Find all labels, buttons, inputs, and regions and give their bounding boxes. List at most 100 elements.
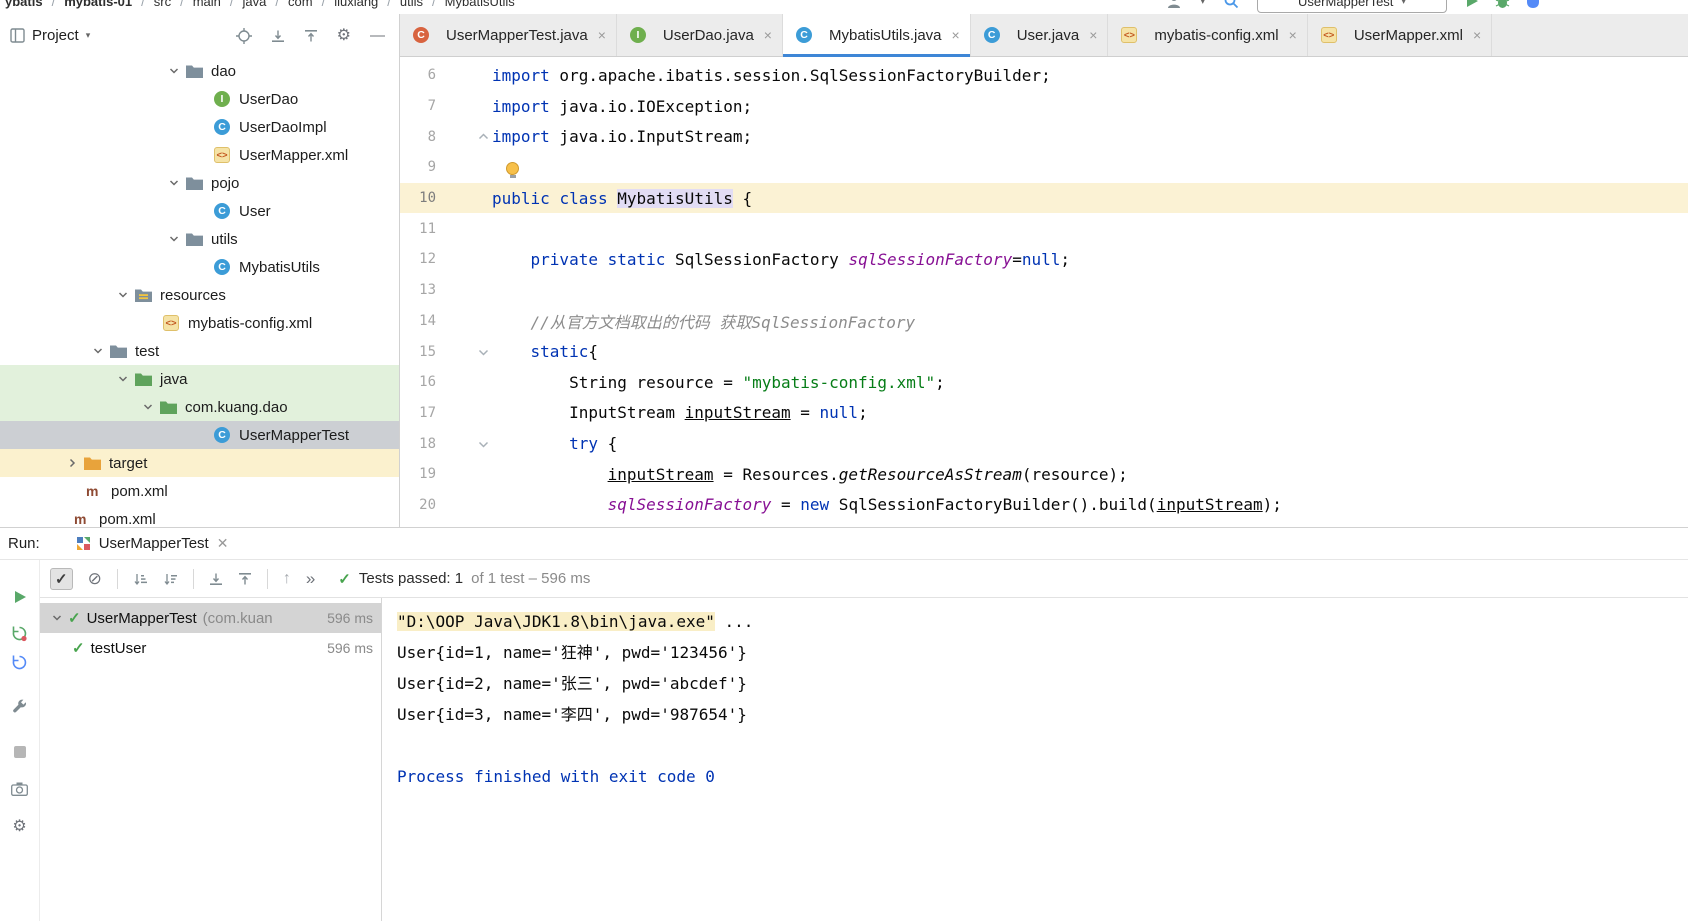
tree-item-userdao[interactable]: I UserDao: [0, 85, 399, 113]
intention-bulb-icon[interactable]: [506, 161, 519, 178]
tree-item-userdaoimpl[interactable]: C UserDaoImpl: [0, 113, 399, 141]
rerun-icon[interactable]: [11, 588, 29, 606]
close-icon[interactable]: ×: [764, 27, 772, 43]
tree-item-resources[interactable]: resources: [0, 281, 399, 309]
test-name: testUser: [90, 639, 147, 657]
chevron-down-icon[interactable]: [162, 65, 186, 77]
show-passed-icon[interactable]: ✓: [50, 567, 73, 590]
hide-icon[interactable]: —: [370, 28, 385, 43]
fold-up-icon[interactable]: [436, 132, 492, 142]
run-tab[interactable]: UserMapperTest ✕: [70, 528, 235, 560]
code-area[interactable]: 6 import org.apache.ibatis.session.SqlSes…: [400, 57, 1688, 527]
breadcrumb-item-java[interactable]: java: [243, 0, 267, 9]
close-icon[interactable]: ×: [1289, 27, 1297, 43]
expand-all-icon[interactable]: [209, 572, 223, 586]
locate-icon[interactable]: [235, 27, 252, 44]
toolbar-separator: [116, 568, 118, 589]
tab-user-java[interactable]: C User.java ×: [970, 14, 1109, 56]
stop-icon[interactable]: [11, 743, 29, 761]
tree-item-mybatisutils[interactable]: C MybatisUtils: [0, 253, 399, 281]
chevron-right-icon[interactable]: [60, 457, 84, 469]
chevron-down-icon[interactable]: ▾: [86, 30, 91, 41]
close-icon[interactable]: ×: [1089, 27, 1097, 43]
run-icon[interactable]: [1465, 0, 1479, 8]
ide-window: ybatis / mybatis-01 / src / main / java / com / liux…: [0, 0, 1688, 921]
user-icon[interactable]: [1166, 0, 1182, 8]
search-icon[interactable]: [1223, 0, 1239, 9]
folder-icon: [186, 63, 204, 79]
snapshot-icon[interactable]: [11, 780, 29, 798]
collapse-all-icon[interactable]: [304, 29, 318, 43]
test-item-testuser[interactable]: ✓ testUser 596 ms: [40, 633, 381, 663]
tab-usermappertest-java[interactable]: C UserMapperTest.java ×: [400, 14, 617, 56]
xml-icon: <>: [1121, 27, 1139, 43]
excluded-folder-icon: [84, 455, 102, 471]
test-item-usermappertest[interactable]: ✓ UserMapperTest (com.kuan 596 ms: [40, 603, 381, 633]
chevron-down-icon[interactable]: [162, 177, 186, 189]
tree-item-com-kuang-dao[interactable]: com.kuang.dao: [0, 393, 399, 421]
test-folder-icon: [135, 371, 153, 387]
tree-item-pojo[interactable]: pojo: [0, 169, 399, 197]
more-icon[interactable]: »: [306, 570, 315, 587]
tree-item-pom-xml[interactable]: m pom.xml: [0, 505, 399, 528]
chevron-down-icon[interactable]: [111, 373, 135, 385]
chevron-down-icon[interactable]: [86, 345, 110, 357]
tab-mybatisutils-java[interactable]: C MybatisUtils.java ×: [782, 14, 971, 57]
close-icon[interactable]: ×: [952, 27, 960, 43]
code-text: private static SqlSessionFactory sqlSess…: [530, 249, 1071, 269]
console-output[interactable]: "D:\OOP Java\JDK1.8\bin\java.exe" ... Use…: [381, 598, 1688, 921]
sort-duration-icon[interactable]: [163, 572, 178, 586]
console-line: Process finished with exit code 0: [397, 767, 715, 786]
breadcrumb-item-com[interactable]: com: [288, 0, 313, 9]
settings-icon[interactable]: ⚙: [337, 27, 351, 44]
breadcrumb-item-mybatisutils[interactable]: MybatisUtils: [445, 0, 515, 9]
run-config-icon: [76, 536, 91, 551]
tree-item-user[interactable]: C User: [0, 197, 399, 225]
rerun-failed-icon[interactable]: [11, 624, 29, 642]
settings-wrench-icon[interactable]: [11, 697, 29, 715]
expand-all-icon[interactable]: [271, 29, 285, 43]
tree-item-usermappertest[interactable]: C UserMapperTest: [0, 421, 399, 449]
navigate-up-icon[interactable]: ↑: [283, 570, 291, 587]
fold-down-icon[interactable]: [436, 439, 492, 449]
tree-item-utils[interactable]: utils: [0, 225, 399, 253]
close-icon[interactable]: ×: [598, 27, 606, 43]
run-configuration-select[interactable]: UserMapperTest ▾: [1257, 0, 1447, 13]
chevron-down-icon[interactable]: [136, 401, 160, 413]
fold-down-icon[interactable]: [436, 347, 492, 357]
breadcrumb-item-main[interactable]: main: [193, 0, 221, 9]
tree-item-java[interactable]: java: [0, 365, 399, 393]
tree-item-target[interactable]: target: [0, 449, 399, 477]
close-icon[interactable]: ✕: [217, 535, 229, 552]
code-line: 20 sqlSessionFactory = new SqlSessionFac…: [400, 490, 1688, 521]
gear-icon[interactable]: ⚙: [11, 818, 29, 836]
console-fold[interactable]: ...: [715, 612, 754, 631]
console-command: "D:\OOP Java\JDK1.8\bin\java.exe": [397, 612, 715, 631]
debug-icon[interactable]: [1495, 0, 1510, 9]
breadcrumb-item-liuxiang[interactable]: liuxiang: [334, 0, 378, 9]
close-icon[interactable]: ×: [1473, 27, 1481, 43]
chevron-down-icon[interactable]: [162, 233, 186, 245]
breadcrumb-item-src[interactable]: src: [154, 0, 171, 9]
line-number: 17: [419, 404, 436, 421]
coverage-icon[interactable]: [1526, 0, 1540, 9]
chevron-down-icon[interactable]: [48, 612, 66, 624]
tree-item-usermapper-xml[interactable]: <> UserMapper.xml: [0, 141, 399, 169]
tab-userdao-java[interactable]: I UserDao.java ×: [616, 14, 783, 56]
collapse-all-icon[interactable]: [238, 572, 252, 586]
breadcrumb-item-utils[interactable]: utils: [400, 0, 423, 9]
sort-alpha-icon[interactable]: [133, 572, 148, 586]
auto-test-icon[interactable]: [11, 653, 29, 671]
tab-usermapper-xml[interactable]: <> UserMapper.xml ×: [1307, 14, 1493, 56]
tree-item-test[interactable]: test: [0, 337, 399, 365]
tree-item-mybatis-config-xml[interactable]: <> mybatis-config.xml: [0, 309, 399, 337]
breadcrumb-item-ybatis[interactable]: ybatis: [5, 0, 43, 9]
project-tree: dao I UserDao C UserDaoImpl <> UserMapper.xml p…: [0, 57, 399, 527]
run-panel-header: Run: UserMapperTest ✕: [0, 528, 1688, 560]
breadcrumb-item-mybatis-01[interactable]: mybatis-01: [64, 0, 132, 9]
chevron-down-icon[interactable]: [111, 289, 135, 301]
ignore-icon[interactable]: ⊘: [88, 570, 102, 587]
tree-item-dao[interactable]: dao: [0, 57, 399, 85]
tree-item-pom-xml[interactable]: m pom.xml: [0, 477, 399, 505]
tab-mybatis-config-xml[interactable]: <> mybatis-config.xml ×: [1108, 14, 1308, 56]
